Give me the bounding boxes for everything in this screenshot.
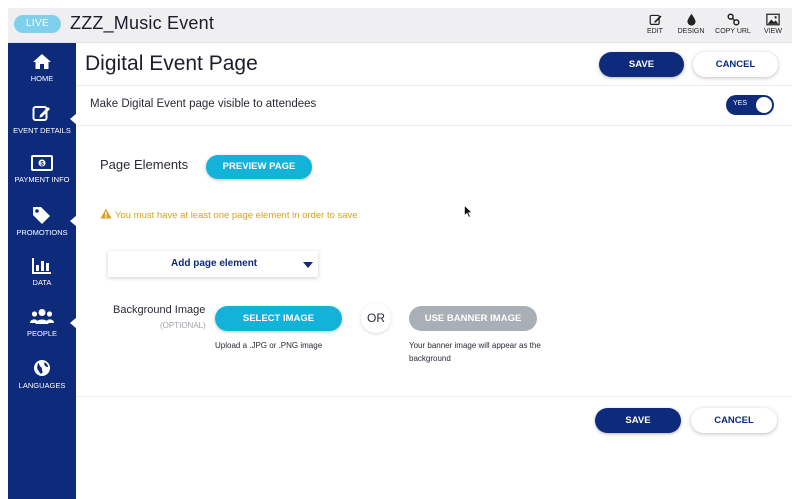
- warning-message: You must have at least one page element …: [100, 208, 358, 221]
- sidebar-item-label: PROMOTIONS: [16, 228, 68, 237]
- main-content: Digital Event Page SAVE CANCEL Make Digi…: [76, 43, 792, 499]
- divider: [76, 125, 792, 126]
- sidebar-item-people[interactable]: PEOPLE: [8, 298, 77, 349]
- select-image-button[interactable]: SELECT IMAGE: [215, 306, 342, 331]
- tag-icon: [33, 207, 50, 224]
- bottom-save-button[interactable]: SAVE: [595, 408, 681, 433]
- event-title: ZZZ_Music Event: [70, 13, 215, 33]
- droplet-icon: [686, 13, 696, 26]
- select-image-help: Upload a .JPG or .PNG image: [215, 341, 323, 350]
- optional-label: (OPTIONAL): [160, 321, 206, 330]
- toggle-knob: [756, 97, 772, 113]
- people-icon: [30, 309, 54, 324]
- chevron-down-icon: [303, 262, 313, 268]
- home-icon: [33, 54, 51, 69]
- sidebar-item-label: HOME: [30, 74, 54, 83]
- copy-url-action[interactable]: COPY URL: [714, 13, 752, 35]
- save-button[interactable]: SAVE: [599, 52, 684, 77]
- warning-text: You must have at least one page element …: [115, 210, 358, 221]
- sidebar-item-label: LANGUAGES: [18, 381, 66, 390]
- sidebar: HOME EVENT DETAILS $ PAYMENT INFO PROMOT…: [8, 43, 77, 499]
- sidebar-item-label: EVENT DETAILS: [13, 126, 71, 135]
- bottom-cancel-button[interactable]: CANCEL: [691, 408, 777, 433]
- edit-action[interactable]: EDIT: [644, 13, 666, 35]
- visibility-label: Make Digital Event page visible to atten…: [90, 98, 317, 110]
- image-icon: [766, 13, 780, 26]
- bar-chart-icon: [32, 258, 51, 274]
- copy-url-label: COPY URL: [715, 28, 751, 35]
- cancel-button[interactable]: CANCEL: [693, 52, 778, 77]
- live-badge: LIVE: [14, 15, 61, 33]
- sidebar-item-home[interactable]: HOME: [8, 43, 76, 94]
- view-action[interactable]: VIEW: [762, 13, 784, 35]
- sidebar-item-payment-info[interactable]: $ PAYMENT INFO: [8, 145, 76, 196]
- top-bar: LIVE ZZZ_Music Event EDIT DESIGN COPY UR…: [8, 8, 792, 43]
- sidebar-item-label: DATA: [32, 278, 52, 287]
- link-icon: [726, 13, 740, 26]
- sidebar-item-label: PAYMENT INFO: [14, 175, 70, 184]
- visibility-toggle[interactable]: YES: [726, 95, 774, 115]
- edit-icon: [649, 14, 662, 25]
- or-separator: OR: [361, 303, 391, 333]
- dropdown-label: Add page element: [171, 258, 258, 269]
- edit-icon: [32, 106, 50, 121]
- sidebar-item-languages[interactable]: LANGUAGES: [8, 349, 76, 400]
- edit-label: EDIT: [647, 28, 663, 35]
- use-banner-image-button[interactable]: USE BANNER IMAGE: [409, 306, 537, 331]
- sidebar-item-label: PEOPLE: [26, 329, 57, 338]
- design-action[interactable]: DESIGN: [676, 13, 706, 35]
- sidebar-item-event-details[interactable]: EVENT DETAILS: [8, 94, 77, 145]
- divider: [76, 396, 792, 397]
- page-title: Digital Event Page: [85, 52, 258, 75]
- sidebar-item-data[interactable]: DATA: [8, 247, 76, 298]
- banner-help-line-1: Your banner image will appear as the: [409, 341, 541, 350]
- sidebar-item-promotions[interactable]: PROMOTIONS: [8, 196, 77, 247]
- banner-help-line-2: background: [409, 354, 451, 363]
- page-elements-label: Page Elements: [100, 157, 189, 172]
- background-image-label: Background Image: [113, 304, 206, 316]
- preview-page-button[interactable]: PREVIEW PAGE: [206, 155, 312, 179]
- view-label: VIEW: [764, 28, 782, 35]
- globe-icon: [34, 360, 50, 376]
- design-label: DESIGN: [677, 28, 705, 35]
- warning-icon: [100, 208, 112, 219]
- add-page-element-dropdown[interactable]: Add page element: [108, 251, 318, 277]
- toggle-label: YES: [733, 100, 748, 107]
- money-icon: $: [31, 155, 53, 171]
- divider: [76, 85, 792, 86]
- mouse-cursor-icon: [464, 205, 473, 218]
